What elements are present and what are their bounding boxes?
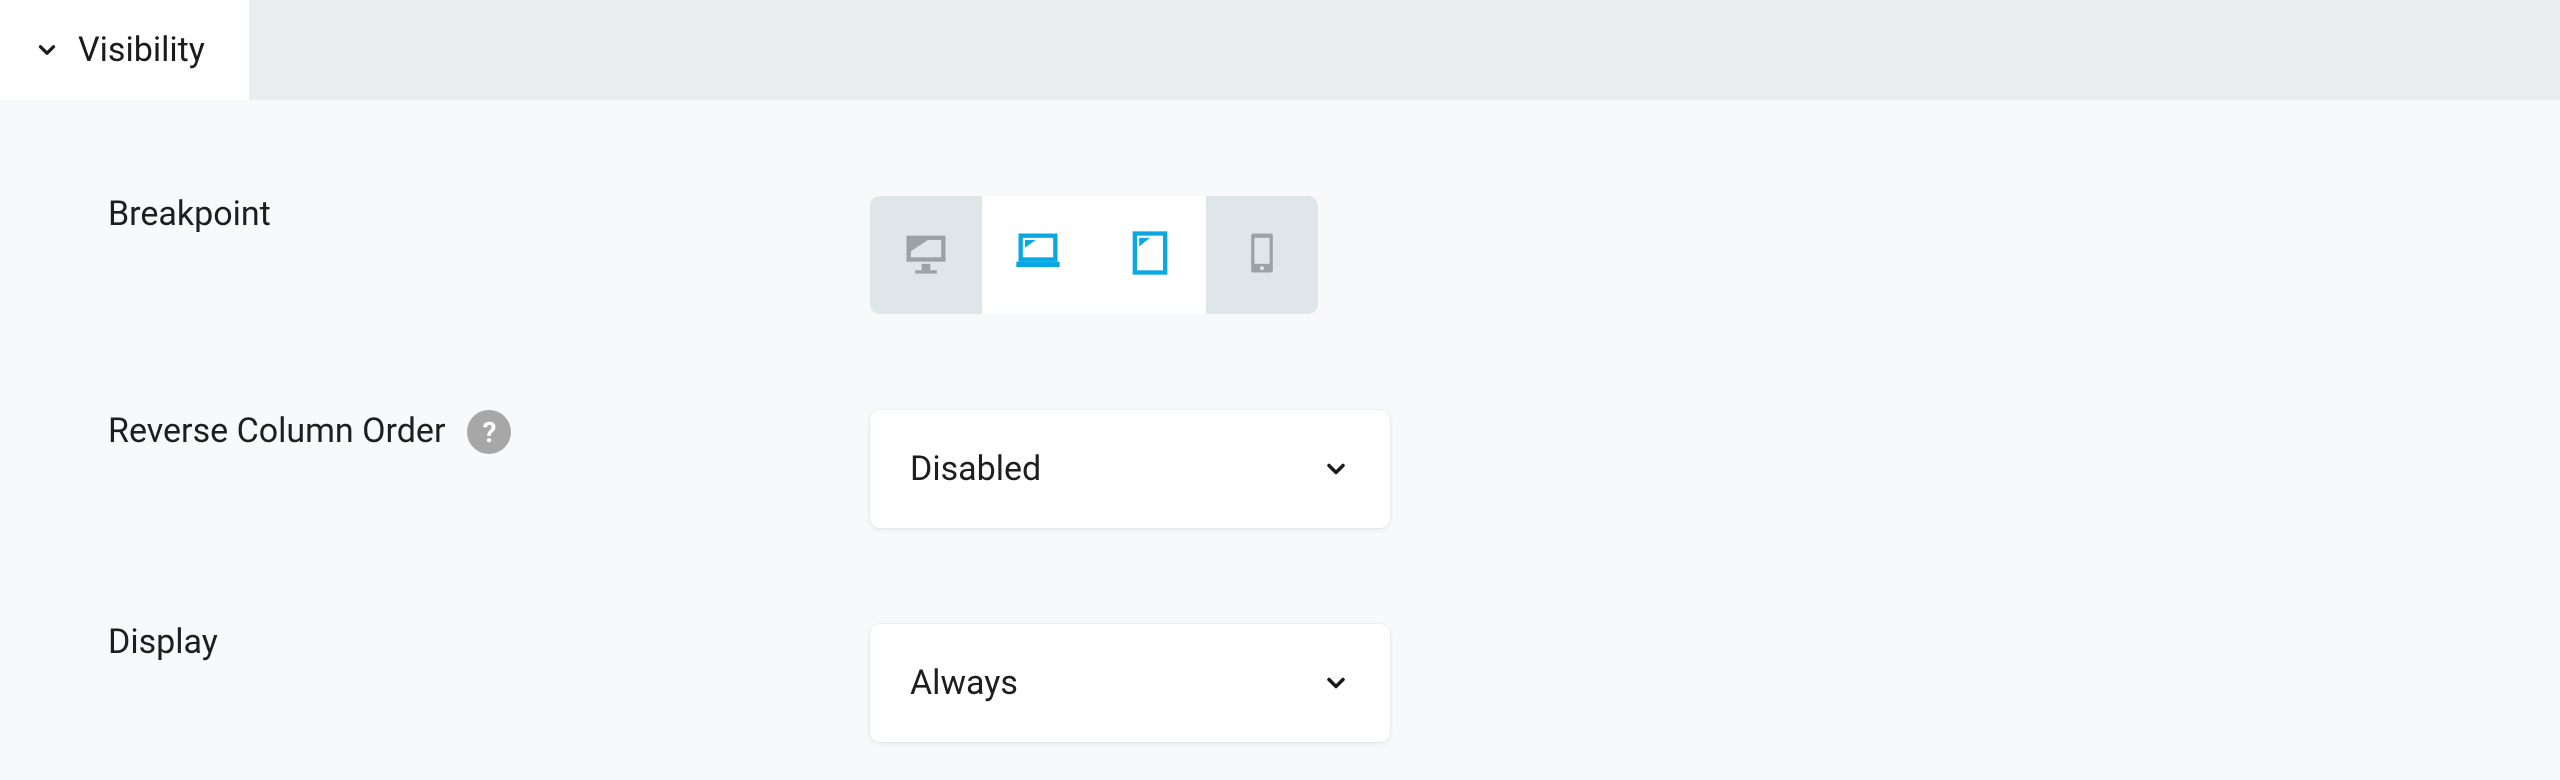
reverse-column-order-select[interactable]: Disabled [870,410,1390,528]
breakpoint-segmented [870,196,1318,314]
breakpoint-label: Breakpoint [108,196,271,233]
label-col: Breakpoint [0,196,870,233]
help-icon[interactable]: ? [467,410,511,454]
chevron-down-icon [1322,455,1350,483]
chevron-down-icon [1322,669,1350,697]
mobile-icon [1236,227,1288,283]
row-display: Display Always [0,624,2560,742]
breakpoint-option-mobile[interactable] [1206,196,1318,314]
reverse-column-order-label: Reverse Column Order [108,413,445,450]
section-title: Visibility [78,30,205,70]
section-header-bar: Visibility [0,0,2560,100]
tablet-icon [1124,227,1176,283]
select-value: Always [910,663,1018,703]
display-select[interactable]: Always [870,624,1390,742]
row-breakpoint: Breakpoint [0,196,2560,314]
chevron-down-icon [34,37,60,63]
breakpoint-option-laptop[interactable] [982,196,1094,314]
label-col: Display [0,624,870,661]
desktop-icon [900,227,952,283]
display-label: Display [108,624,218,661]
label-col: Reverse Column Order ? [0,410,870,454]
visibility-panel: Breakpoint [0,100,2560,742]
breakpoint-option-xl[interactable] [870,196,982,314]
select-value: Disabled [910,449,1041,489]
visibility-section-tab[interactable]: Visibility [0,0,249,100]
laptop-icon [1012,227,1064,283]
row-reverse-column-order: Reverse Column Order ? Disabled [0,410,2560,528]
breakpoint-option-tablet[interactable] [1094,196,1206,314]
